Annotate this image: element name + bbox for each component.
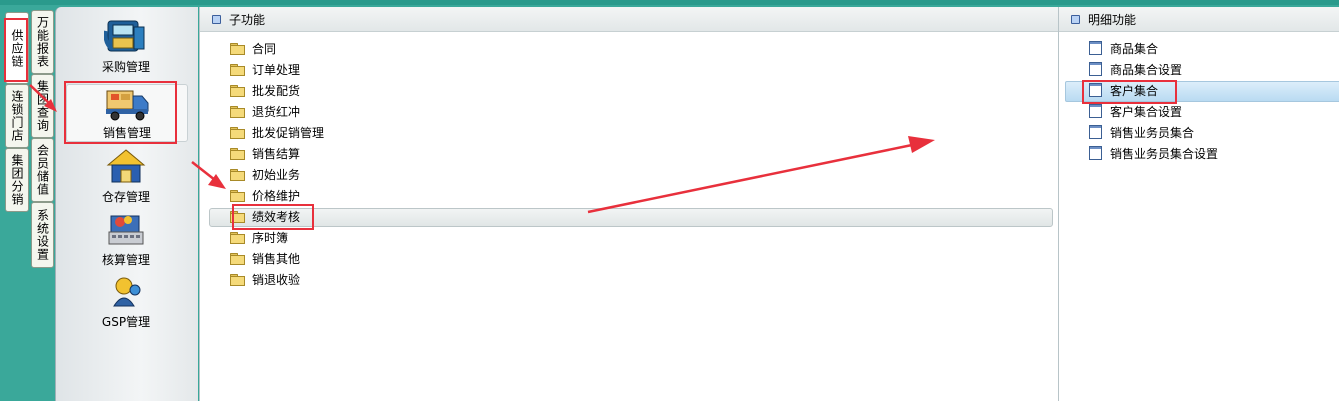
detail-title: 明细功能 <box>1088 12 1137 27</box>
module-label: 核算管理 <box>101 253 150 267</box>
detail-label: 客户集合设置 <box>1110 104 1183 119</box>
annotation-box-sales <box>64 81 177 144</box>
subfunction-item[interactable]: 合同 <box>230 38 276 58</box>
tab-label: 集团查询 <box>35 80 50 132</box>
annotation-box-supply-chain <box>4 18 28 82</box>
folder-icon <box>230 63 245 76</box>
folder-icon <box>230 168 245 181</box>
tab-label: 系统设置 <box>35 209 50 261</box>
subfunction-item[interactable]: 初始业务 <box>230 164 300 184</box>
subfunction-label: 批发促销管理 <box>252 125 325 140</box>
subfunction-label: 序时簿 <box>252 230 289 245</box>
folder-icon <box>230 84 245 97</box>
header-square-icon <box>1071 14 1080 24</box>
annotation-box-performance <box>232 204 314 230</box>
detail-label: 销售业务员集合 <box>1110 125 1195 140</box>
document-icon <box>1089 125 1102 139</box>
folder-icon <box>230 189 245 202</box>
module-gsp[interactable]: GSP管理 <box>66 274 186 332</box>
subfunction-label: 合同 <box>252 41 277 56</box>
purchase-icon <box>104 20 145 52</box>
tab-universal-reports[interactable]: 万能报表 <box>31 10 54 74</box>
module-accounting[interactable]: 核算管理 <box>66 210 186 268</box>
module-warehouse[interactable]: 仓存管理 <box>66 147 186 205</box>
tab-group-distribution[interactable]: 集团分销 <box>5 148 29 212</box>
subfunction-item[interactable]: 销退收验 <box>230 269 300 289</box>
document-icon <box>1089 104 1102 118</box>
document-icon <box>1089 41 1102 55</box>
subfunction-label: 销售结算 <box>252 146 301 161</box>
folder-icon <box>230 42 245 55</box>
subfunction-label: 退货红冲 <box>252 104 301 119</box>
detail-item[interactable]: 商品集合设置 <box>1089 59 1182 79</box>
subfunction-item[interactable]: 批发促销管理 <box>230 122 324 142</box>
subfunction-label: 订单处理 <box>252 62 301 77</box>
subfunction-label: 初始业务 <box>252 167 301 182</box>
detail-item[interactable]: 销售业务员集合设置 <box>1089 143 1218 163</box>
folder-icon <box>230 231 245 244</box>
tab-label: 连锁门店 <box>10 90 24 142</box>
annotation-box-customer-set <box>1082 80 1177 104</box>
folder-icon <box>230 252 245 265</box>
document-icon <box>1089 62 1102 76</box>
detail-label: 销售业务员集合设置 <box>1110 146 1219 161</box>
detail-item[interactable]: 客户集合设置 <box>1089 101 1182 121</box>
module-label: 仓存管理 <box>101 190 150 204</box>
document-icon <box>1089 146 1102 160</box>
detail-label: 商品集合设置 <box>1110 62 1183 77</box>
subfunction-item[interactable]: 批发配货 <box>230 80 300 100</box>
detail-header: 明细功能 <box>1059 7 1339 32</box>
selected-row-highlight <box>209 208 1053 227</box>
subfunction-item[interactable]: 订单处理 <box>230 59 300 79</box>
module-purchase[interactable]: 采购管理 <box>66 17 186 75</box>
subfunction-item[interactable]: 销售其他 <box>230 248 300 268</box>
tab-chain-stores[interactable]: 连锁门店 <box>5 84 29 148</box>
detail-panel: 明细功能 商品集合 商品集合设置 客户集合 客户集合设置 销售业务员集合 销售业务员集合设… <box>1058 7 1339 401</box>
subfunction-item[interactable]: 序时簿 <box>230 227 288 247</box>
subfunction-item[interactable]: 退货红冲 <box>230 101 300 121</box>
subfunction-label: 价格维护 <box>252 188 301 203</box>
detail-item[interactable]: 销售业务员集合 <box>1089 122 1194 142</box>
subfunction-item[interactable]: 销售结算 <box>230 143 300 163</box>
folder-icon <box>230 147 245 160</box>
tab-system-settings[interactable]: 系统设置 <box>31 202 54 268</box>
tab-label: 万能报表 <box>35 16 50 68</box>
subfunction-item[interactable]: 价格维护 <box>230 185 300 205</box>
detail-item[interactable]: 商品集合 <box>1089 38 1158 58</box>
tab-group-query[interactable]: 集团查询 <box>31 74 54 138</box>
tab-label: 集团分销 <box>10 154 24 206</box>
tab-label: 会员储值 <box>35 144 50 196</box>
folder-icon <box>230 273 245 286</box>
folder-icon <box>230 126 245 139</box>
subfunction-label: 销退收验 <box>252 272 301 287</box>
module-label: 采购管理 <box>101 60 150 74</box>
module-panel: 采购管理 销售管理 仓存管理 核算管理 GSP管理 <box>55 7 198 401</box>
header-square-icon <box>212 14 221 24</box>
tab-member-stored-value[interactable]: 会员储值 <box>31 138 54 202</box>
subfunction-title: 子功能 <box>229 12 266 27</box>
module-label: GSP管理 <box>101 315 151 329</box>
warehouse-icon <box>106 149 146 183</box>
gsp-icon <box>113 277 141 307</box>
subfunction-header: 子功能 <box>200 7 1059 32</box>
detail-label: 商品集合 <box>1110 41 1159 56</box>
subfunction-label: 销售其他 <box>252 251 301 266</box>
subfunction-label: 批发配货 <box>252 83 301 98</box>
subfunction-panel: 子功能 合同 订单处理 批发配货 退货红冲 批发促销管理 销售结算 初始业务 价格维护 绩效考核… <box>199 7 1059 401</box>
accounting-icon <box>108 215 144 245</box>
folder-icon <box>230 105 245 118</box>
